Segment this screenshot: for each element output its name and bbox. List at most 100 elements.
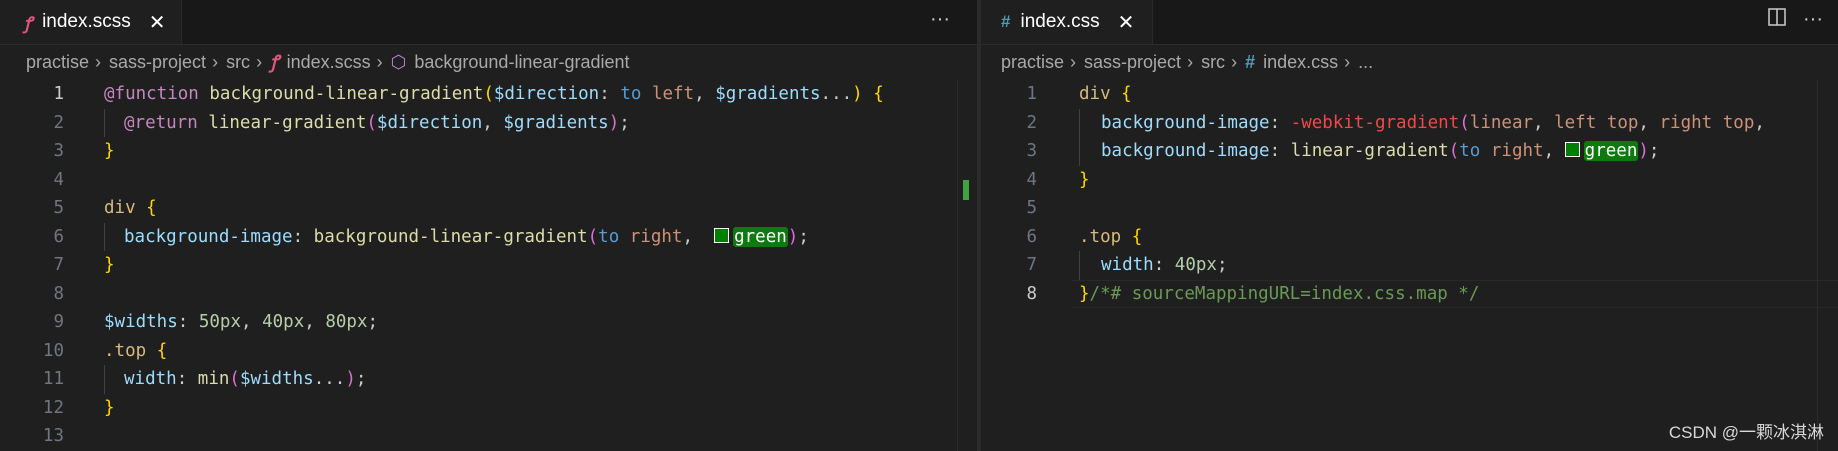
token: : — [1153, 255, 1165, 275]
token: { — [146, 198, 157, 218]
token: { — [1131, 226, 1143, 247]
tab-index-css[interactable]: # index.css ✕ — [981, 0, 1153, 44]
scrollbar-track[interactable] — [1817, 80, 1818, 451]
tab-label: index.css — [1020, 11, 1100, 32]
code-line: 5 div { — [0, 194, 977, 223]
token: ... — [820, 84, 853, 104]
token: ; — [619, 112, 630, 133]
indent-guide — [104, 108, 105, 137]
breadcrumb-item[interactable]: sass-project — [1084, 52, 1181, 73]
split-editor-icon[interactable] — [1767, 7, 1787, 33]
code-line: 7 width: 40px; — [981, 251, 1838, 280]
chevron-right-icon: › — [95, 51, 102, 72]
code-line: 7} — [0, 251, 977, 280]
token: to — [1459, 141, 1481, 161]
token: : — [292, 226, 304, 247]
color-swatch[interactable] — [714, 227, 730, 243]
breadcrumb-item[interactable]: index.scss — [287, 52, 371, 73]
line-number: 6 — [53, 226, 64, 247]
code-line: 11 width: min($widths...); — [0, 365, 977, 394]
token: ; — [798, 226, 809, 247]
left-editor-group: ꝭ index.scss ✕ ··· practise › sass-projec… — [0, 0, 977, 451]
css-hash-icon: # — [1001, 12, 1011, 31]
indent-guide — [1079, 137, 1080, 166]
indent-guide — [1079, 251, 1080, 280]
code-line: 1 div { — [981, 80, 1838, 109]
indent-guide — [104, 222, 105, 251]
token: ( — [229, 369, 240, 389]
close-icon[interactable]: ✕ — [149, 10, 166, 35]
code-line: 10 .top { — [0, 337, 977, 366]
code-line: 6 .top { — [981, 223, 1838, 252]
token: left — [1554, 112, 1597, 133]
token: background-linear-gradient — [209, 84, 484, 104]
code-line: 3} — [0, 137, 977, 166]
more-actions-icon[interactable]: ··· — [930, 8, 950, 31]
token: , — [304, 312, 315, 332]
line-number: 12 — [42, 397, 64, 418]
token: ( — [366, 112, 377, 133]
token: : — [176, 369, 188, 389]
token: , — [1754, 112, 1765, 133]
token: , — [694, 84, 705, 104]
token: linear-gradient — [208, 112, 367, 133]
line-number: 11 — [42, 369, 64, 389]
token: } — [1079, 169, 1090, 190]
chevron-right-icon: › — [256, 51, 263, 72]
code-line: 1 @function background-linear-gradient($d… — [0, 80, 977, 109]
right-editor-group: # index.css ✕ ··· practise › sass-project… — [981, 0, 1838, 451]
line-number: 3 — [1026, 141, 1037, 161]
token: to — [598, 226, 620, 247]
breadcrumb-item[interactable]: index.css — [1263, 52, 1338, 73]
token: width — [1101, 255, 1154, 275]
line-number: 8 — [1026, 283, 1037, 304]
function-cube-icon: ⬡ — [390, 51, 407, 72]
indent-guide — [104, 365, 105, 394]
line-number: 1 — [1026, 84, 1037, 104]
right-tab-bar: # index.css ✕ ··· — [981, 0, 1838, 45]
line-number: 3 — [53, 141, 64, 161]
overview-ruler[interactable] — [962, 80, 976, 430]
close-icon[interactable]: ✕ — [1118, 10, 1135, 35]
breadcrumb-item[interactable]: src — [226, 52, 250, 73]
token: ) — [1638, 141, 1649, 161]
token: $direction — [376, 112, 483, 133]
line-number: 8 — [53, 283, 64, 304]
token: min — [197, 369, 230, 389]
breadcrumb-item[interactable]: practise — [1001, 52, 1064, 73]
line-number: 10 — [42, 340, 64, 361]
color-swatch[interactable] — [1564, 142, 1580, 157]
more-actions-icon[interactable]: ··· — [1803, 8, 1823, 31]
breadcrumb-item[interactable]: ... — [1358, 52, 1373, 73]
token: top — [1606, 112, 1639, 133]
code-editor[interactable]: 1 div { 2 background-image: -webkit-gradie… — [981, 80, 1838, 308]
token: .top — [1079, 226, 1122, 247]
line-number: 7 — [1026, 255, 1037, 275]
breadcrumb-item[interactable]: src — [1201, 52, 1225, 73]
token: { — [873, 84, 884, 104]
breadcrumb-item[interactable]: sass-project — [109, 52, 206, 73]
token: ) — [608, 112, 620, 133]
token: : — [1269, 112, 1281, 133]
breadcrumb-item[interactable]: practise — [26, 52, 89, 73]
token: , — [1533, 112, 1544, 133]
token: $widths — [239, 369, 314, 389]
tab-index-scss[interactable]: ꝭ index.scss ✕ — [0, 0, 182, 44]
change-marker — [963, 180, 969, 200]
token: 80px — [325, 312, 368, 332]
token: ; — [355, 369, 367, 389]
token: left — [651, 84, 695, 104]
token: $direction — [493, 84, 600, 104]
token: .top — [104, 340, 147, 361]
code-line: 12} — [0, 394, 977, 423]
token: 40px — [262, 312, 305, 332]
token: width — [124, 369, 177, 389]
code-editor[interactable]: 1 @function background-linear-gradient($d… — [0, 80, 977, 451]
token: $widths — [104, 312, 178, 332]
token: background-image — [1101, 112, 1270, 133]
token: right — [1659, 112, 1713, 133]
scrollbar-track[interactable] — [957, 80, 958, 451]
css-hash-icon: # — [1245, 51, 1256, 72]
code-line: 6 background-image: background-linear-gra… — [0, 222, 977, 251]
breadcrumb-item[interactable]: background-linear-gradient — [414, 52, 629, 73]
